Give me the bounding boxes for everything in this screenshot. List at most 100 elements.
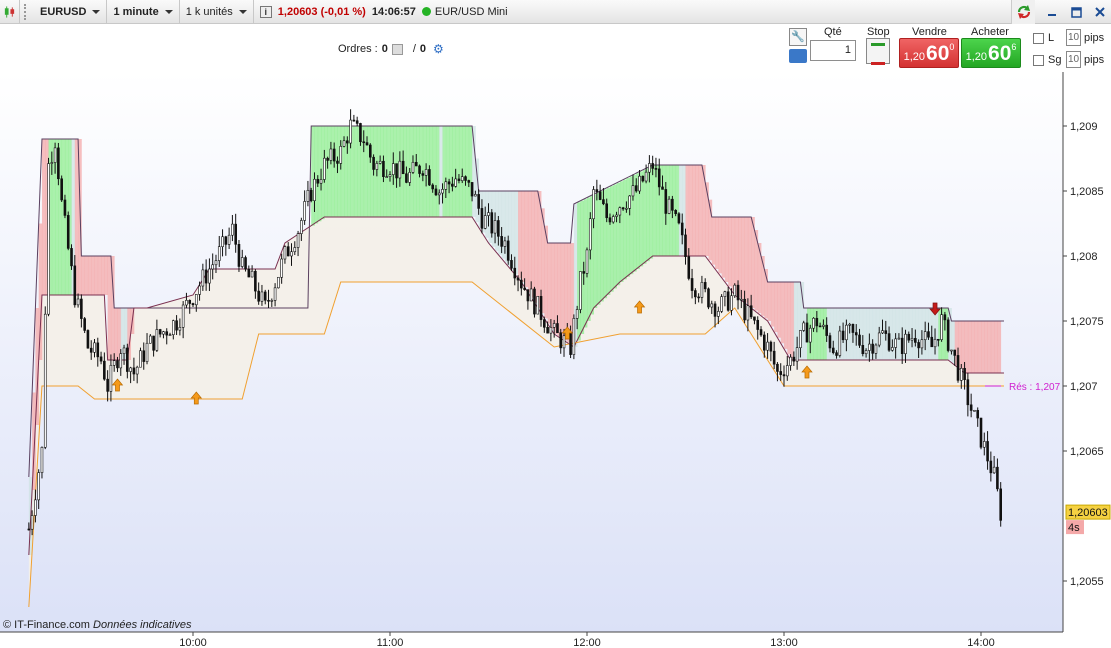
limit-checkbox[interactable] — [1033, 33, 1044, 44]
orders-icon[interactable] — [391, 43, 403, 55]
candle-body — [89, 347, 93, 353]
candle-body — [437, 192, 441, 196]
candle-body — [989, 460, 993, 474]
candlestick-icon[interactable] — [0, 0, 20, 24]
timeframe-selector[interactable]: 1 minute — [107, 0, 180, 24]
candle-body — [201, 269, 205, 287]
trend-zone-slice — [971, 321, 975, 373]
window-controls — [1011, 0, 1111, 24]
candle-body — [582, 271, 586, 274]
candle-body — [326, 157, 329, 161]
stop-guarantee-checkbox[interactable] — [1033, 55, 1044, 66]
trend-zone-slice — [820, 308, 824, 360]
candle-body — [116, 360, 119, 369]
candle-body — [185, 300, 188, 306]
candle-body — [959, 367, 963, 381]
units-selector[interactable]: 1 k unités — [180, 0, 254, 24]
resistance-label: Rés : 1,207 — [1009, 382, 1061, 393]
stop-icon[interactable] — [866, 38, 890, 65]
trend-zone-slice — [721, 217, 726, 278]
candle-body — [408, 172, 412, 183]
candle-body — [362, 141, 366, 144]
candle-body — [661, 186, 664, 190]
sell-button[interactable]: 1,20 60 0 — [899, 38, 959, 68]
keyboard-icon[interactable] — [789, 49, 807, 63]
candle-body — [93, 342, 96, 353]
candle-body — [126, 347, 129, 372]
candle-body — [303, 201, 306, 221]
gear-icon[interactable]: ⚙ — [433, 42, 444, 56]
candle-body — [323, 157, 326, 180]
trend-zone-slice — [94, 256, 99, 295]
candle-body — [877, 332, 881, 346]
candle-body — [175, 320, 178, 331]
candle-body — [756, 319, 760, 330]
trend-zone-slice — [455, 126, 460, 217]
candle-body — [818, 325, 822, 328]
candle-body — [73, 265, 77, 306]
candle-body — [27, 528, 31, 531]
trend-zone-slice — [468, 126, 473, 217]
trend-zone-slice — [623, 179, 627, 280]
candle-body — [772, 350, 776, 365]
trend-zone-slice — [784, 282, 788, 349]
candle-body — [122, 347, 126, 354]
candle-body — [943, 314, 947, 321]
candle-body — [355, 120, 359, 124]
info-icon[interactable]: i — [259, 5, 272, 18]
candle-body — [60, 178, 63, 201]
candle-body — [411, 161, 415, 173]
candle-body — [992, 466, 996, 474]
candle-body — [194, 294, 198, 306]
candle-body — [76, 298, 80, 306]
candle-body — [500, 236, 503, 247]
price-chart[interactable]: 1,2091,20851,2081,20751,2071,20651,2055 … — [0, 72, 1111, 648]
candle-body — [927, 331, 930, 338]
trend-zone-slice — [777, 282, 782, 338]
candle-body — [973, 410, 976, 412]
restore-icon[interactable] — [1065, 1, 1087, 23]
close-icon[interactable] — [1089, 1, 1111, 23]
trend-zone-slice — [774, 282, 778, 333]
candle-body — [493, 220, 497, 234]
symbol-selector[interactable]: EURUSD — [34, 0, 108, 24]
buy-button[interactable]: 1,20 60 6 — [961, 38, 1021, 68]
trend-zone-slice — [698, 165, 703, 256]
candle-body — [467, 180, 471, 183]
candle-body — [53, 147, 57, 163]
candle-body — [405, 173, 408, 183]
minimize-icon[interactable] — [1041, 1, 1063, 23]
candle-body — [309, 190, 313, 201]
candle-body — [746, 305, 750, 321]
candle-body — [444, 181, 448, 190]
buy-label: Acheter — [971, 26, 1009, 38]
candle-body — [211, 264, 214, 270]
trend-zone-slice — [964, 321, 969, 373]
stop-guarantee-label: Sg — [1048, 54, 1062, 66]
stop-guarantee-pips-input[interactable]: 10 — [1066, 51, 1081, 68]
candle-body — [533, 288, 536, 315]
candle-body — [753, 316, 756, 321]
candle-body — [457, 178, 461, 181]
candle-body — [785, 365, 789, 377]
candle-body — [802, 322, 806, 331]
candle-body — [208, 268, 211, 284]
candle-body — [611, 216, 615, 223]
sell-price-big: 60 — [926, 42, 950, 65]
wrench-icon[interactable]: 🔧 — [789, 28, 807, 46]
qty-input[interactable]: 1 — [810, 40, 856, 61]
toolbar-grip[interactable] — [24, 3, 32, 20]
candle-body — [158, 329, 162, 335]
qty-label: Qté — [824, 26, 842, 38]
x-tick-label: 14:00 — [967, 637, 995, 648]
candle-body — [726, 291, 730, 311]
candle-body — [300, 220, 303, 234]
candle-body — [441, 189, 444, 194]
candle-body — [454, 178, 457, 187]
refresh-icon[interactable] — [1011, 0, 1035, 24]
candle-body — [937, 338, 940, 341]
trend-zone-slice — [701, 165, 706, 256]
live-status-icon — [421, 7, 431, 16]
limit-pips-input[interactable]: 10 — [1066, 29, 1081, 46]
candle-body — [776, 363, 779, 372]
